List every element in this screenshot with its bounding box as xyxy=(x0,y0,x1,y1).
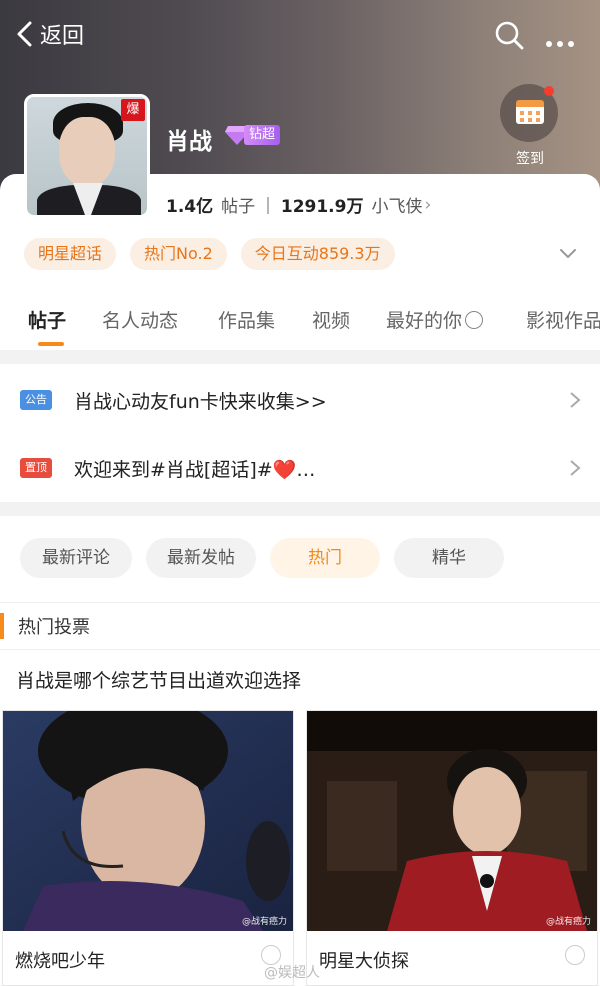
poll-option-label: 燃烧吧少年 xyxy=(15,951,105,972)
footer-watermark: @娱超人 xyxy=(264,965,320,981)
notice-list: 公告 肖战心动友fun卡快来收集>> 置顶 欢迎来到#肖战[超话]#❤️… xyxy=(0,364,600,502)
pinned-tag: 置顶 xyxy=(20,458,52,478)
poll-option[interactable]: @战有癌力 燃烧吧少年 xyxy=(2,710,294,986)
tab-film-works[interactable]: 影视作品 xyxy=(526,306,600,333)
checkin-label: 签到 xyxy=(516,151,544,167)
filter-latest-posts[interactable]: 最新发帖 xyxy=(146,538,256,578)
tag-list: 明星超话 热门No.2 今日互动859.3万 xyxy=(24,238,409,270)
filter-hot[interactable]: 热门 xyxy=(270,538,380,578)
hot-badge: 爆 xyxy=(121,99,145,121)
tag-chip[interactable]: 热门No.2 xyxy=(130,238,227,270)
avatar[interactable]: 爆 xyxy=(24,94,150,218)
checkin-button[interactable]: 签到 xyxy=(500,84,560,168)
tab-posts[interactable]: 帖子 xyxy=(28,306,66,333)
announcement-tag: 公告 xyxy=(20,390,52,410)
chevron-right-icon xyxy=(570,392,581,408)
posts-unit: 帖子 xyxy=(221,197,256,217)
back-button[interactable]: 返回 xyxy=(14,18,84,50)
poll-option-label: 明星大侦探 xyxy=(319,951,409,972)
fans-unit: 小飞侠 xyxy=(371,197,423,217)
emoji-icon xyxy=(465,311,484,329)
tag-chip[interactable]: 今日互动859.3万 xyxy=(240,238,395,270)
notice-item-announcement[interactable]: 公告 肖战心动友fun卡快来收集>> xyxy=(0,366,600,434)
chevron-left-icon xyxy=(17,21,32,47)
tab-celebrity-updates[interactable]: 名人动态 xyxy=(102,306,178,333)
more-dots-icon[interactable] xyxy=(546,32,580,47)
search-icon[interactable] xyxy=(494,20,524,50)
filter-featured[interactable]: 精华 xyxy=(394,538,504,578)
chevron-right-icon xyxy=(570,460,581,476)
image-watermark: @战有癌力 xyxy=(241,917,287,927)
poll-section: 热门投票 肖战是哪个综艺节目出道欢迎选择 @战有癌力 燃烧吧少年 @战有癌力 明… xyxy=(0,602,600,987)
tab-best-you[interactable]: 最好的你 xyxy=(386,306,484,333)
back-label: 返回 xyxy=(40,24,85,49)
notice-item-pinned[interactable]: 置顶 欢迎来到#肖战[超话]#❤️… xyxy=(0,434,600,502)
section-accent-bar xyxy=(0,613,4,639)
active-tab-indicator xyxy=(38,342,64,346)
tab-videos[interactable]: 视频 xyxy=(312,306,350,333)
level-badge-label: 钻超 xyxy=(244,125,281,145)
notice-text: 肖战心动友fun卡快来收集>> xyxy=(74,390,327,413)
stats-row[interactable]: 1.4亿 帖子 | 1291.9万 小飞侠 › xyxy=(166,192,432,218)
tag-chip[interactable]: 明星超话 xyxy=(24,238,117,270)
poll-header: 热门投票 xyxy=(0,602,600,650)
poll-option[interactable]: @战有癌力 明星大侦探 xyxy=(306,710,598,986)
notice-text: 欢迎来到#肖战[超话]#❤️… xyxy=(74,458,316,481)
top-bar: 返回 xyxy=(0,14,600,60)
poll-option-image: @战有癌力 xyxy=(307,711,597,931)
poll-header-title: 热门投票 xyxy=(18,617,90,638)
poll-radio[interactable] xyxy=(565,945,585,965)
posts-count: 1.4亿 xyxy=(166,197,214,217)
tab-works[interactable]: 作品集 xyxy=(218,306,275,333)
fans-count: 1291.9万 xyxy=(280,197,364,217)
chevron-down-icon[interactable] xyxy=(558,246,578,262)
filter-latest-comments[interactable]: 最新评论 xyxy=(20,538,132,578)
calendar-icon xyxy=(516,100,544,124)
poll-option-image: @战有癌力 xyxy=(3,711,293,931)
stats-divider: | xyxy=(265,194,271,215)
image-watermark: @战有癌力 xyxy=(545,917,591,927)
tab-bar: 帖子 名人动态 作品集 视频 最好的你 影视作品 xyxy=(0,302,600,350)
poll-question: 肖战是哪个综艺节目出道欢迎选择 xyxy=(16,670,302,692)
level-badge: 钻超 xyxy=(224,124,281,146)
chevron-right-icon: › xyxy=(424,194,432,215)
notification-dot xyxy=(544,86,554,96)
filter-bar: 最新评论 最新发帖 热门 精华 xyxy=(0,516,600,602)
profile-name: 肖战 xyxy=(166,129,212,155)
